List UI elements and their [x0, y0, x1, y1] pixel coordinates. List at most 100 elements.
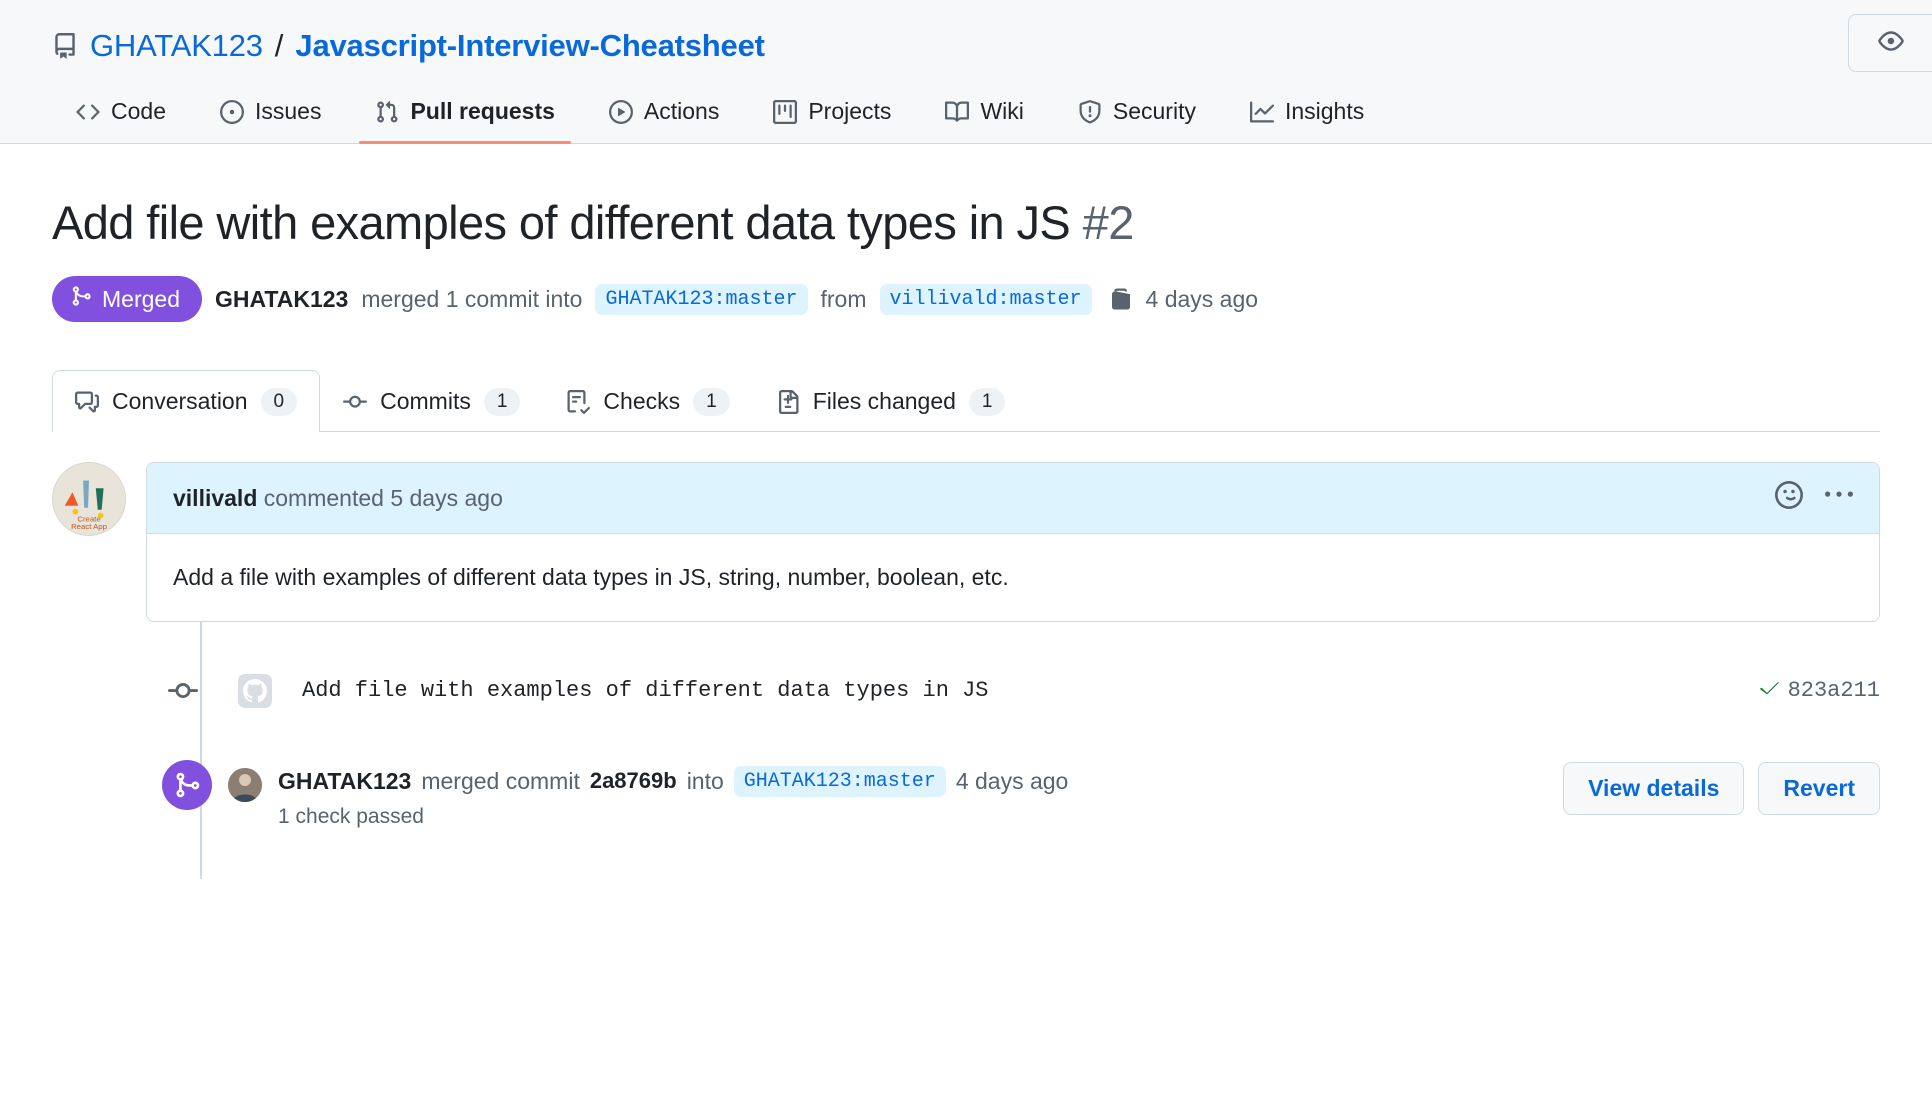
- merged-by-user[interactable]: GHATAK123: [215, 286, 348, 313]
- nav-tab-label: Insights: [1284, 98, 1365, 124]
- commit-message[interactable]: Add file with examples of different data…: [302, 678, 1740, 703]
- comment-item: Create React App villivald commented 5 d…: [52, 462, 1880, 622]
- commit-event: Add file with examples of different data…: [52, 673, 1880, 708]
- git-pull-request-icon: [375, 100, 399, 124]
- avatar-ghatak123[interactable]: [228, 767, 262, 802]
- nav-tab-code[interactable]: Code: [60, 98, 182, 143]
- merge-commit-sha[interactable]: 2a8769b: [590, 768, 677, 794]
- nav-tab-label: Security: [1112, 98, 1196, 124]
- main-content: Add file with examples of different data…: [0, 196, 1932, 879]
- check-icon: [1758, 675, 1782, 707]
- smiley-icon[interactable]: [1775, 481, 1803, 515]
- pr-meta-row: Merged GHATAK123 merged 1 commit into GH…: [52, 276, 1880, 323]
- nav-tab-label: Issues: [254, 98, 322, 124]
- tab-label: Conversation: [112, 388, 248, 415]
- pr-timeline: Create React App villivald commented 5 d…: [52, 462, 1880, 879]
- graph-icon: [1249, 100, 1274, 124]
- watch-button[interactable]: [1848, 14, 1932, 72]
- nav-tab-label: Actions: [643, 98, 720, 124]
- git-commit-icon: [343, 390, 368, 414]
- comment-discussion-icon: [75, 390, 99, 414]
- project-icon: [773, 99, 798, 124]
- repo-icon: [52, 33, 78, 59]
- tab-checks[interactable]: Checks 1: [543, 370, 752, 432]
- repo-header: GHATAK123 / Javascript-Interview-Cheatsh…: [0, 0, 1932, 72]
- github-avatar-icon[interactable]: [238, 673, 272, 708]
- shield-icon: [1078, 99, 1102, 124]
- comment-timestamp: 5 days ago: [390, 484, 503, 511]
- file-diff-icon: [776, 389, 800, 414]
- merge-timestamp: 4 days ago: [955, 767, 1069, 794]
- tab-count: 1: [693, 387, 730, 416]
- merge-text-2: into: [686, 767, 724, 794]
- merge-event: GHATAK123 merged commit 2a8769b into GHA…: [52, 759, 1880, 829]
- tab-conversation[interactable]: Conversation 0: [52, 370, 321, 433]
- breadcrumb: GHATAK123 / Javascript-Interview-Cheatsh…: [0, 22, 1932, 70]
- comment-body: Add a file with examples of different da…: [173, 564, 1009, 591]
- merge-text-2: from: [820, 285, 867, 312]
- code-icon: [76, 100, 100, 124]
- comment-box: villivald commented 5 days ago Add a fil…: [146, 462, 1880, 622]
- base-branch-chip[interactable]: GHATAK123:master: [595, 283, 808, 315]
- nav-tab-security[interactable]: Security: [1062, 98, 1212, 143]
- head-branch-chip[interactable]: villivald:master: [879, 283, 1092, 315]
- merge-event-buttons: View details Revert: [1563, 761, 1880, 815]
- view-details-button[interactable]: View details: [1563, 761, 1745, 815]
- nav-tab-actions[interactable]: Actions: [593, 98, 735, 143]
- page-title: Add file with examples of different data…: [52, 196, 1880, 250]
- tab-label: Commits: [380, 388, 471, 415]
- tab-label: Files changed: [812, 388, 956, 415]
- checks-passed-note: 1 check passed: [278, 804, 424, 828]
- comment-author[interactable]: villivald: [173, 485, 257, 511]
- nav-tab-label: Projects: [808, 98, 892, 124]
- tab-label: Checks: [603, 388, 681, 415]
- svg-text:React App: React App: [71, 522, 107, 531]
- commit-sha-text[interactable]: 823a211: [1788, 678, 1880, 703]
- avatar-villivald[interactable]: Create React App: [52, 462, 126, 537]
- revert-button[interactable]: Revert: [1758, 761, 1880, 815]
- comment-action: commented: [263, 484, 384, 511]
- repo-name-link[interactable]: Javascript-Interview-Cheatsheet: [295, 28, 765, 64]
- nav-tab-pull-requests[interactable]: Pull requests: [359, 98, 572, 144]
- tab-commits[interactable]: Commits 1: [320, 370, 543, 432]
- git-merge-icon: [70, 285, 92, 313]
- copy-icon[interactable]: [1109, 287, 1133, 311]
- merged-timestamp: 4 days ago: [1145, 285, 1259, 312]
- book-icon: [945, 100, 970, 124]
- comment-header: villivald commented 5 days ago: [147, 463, 1879, 535]
- status-badge: Merged: [52, 276, 202, 323]
- nav-tab-wiki[interactable]: Wiki: [929, 98, 1039, 143]
- avatar-image: Create React App: [53, 463, 125, 536]
- nav-tab-label: Pull requests: [410, 98, 555, 124]
- git-commit-dot-icon: [166, 673, 200, 708]
- merge-event-line: GHATAK123 merged commit 2a8769b into GHA…: [278, 765, 1069, 797]
- nav-tab-label: Code: [111, 98, 166, 124]
- kebab-horizontal-icon[interactable]: [1825, 481, 1853, 515]
- checklist-icon: [566, 389, 591, 414]
- tab-files-changed[interactable]: Files changed 1: [753, 370, 1029, 432]
- pr-title-text: Add file with examples of different data…: [52, 196, 1071, 249]
- merge-user[interactable]: GHATAK123: [278, 768, 411, 795]
- pr-number: #2: [1082, 196, 1135, 249]
- comment-actions: [1775, 481, 1853, 515]
- comment-byline: villivald commented 5 days ago: [173, 485, 503, 512]
- tab-count: 1: [483, 387, 521, 416]
- avatar-image: [228, 767, 262, 802]
- eye-icon: [1877, 28, 1904, 59]
- merge-branch-chip[interactable]: GHATAK123:master: [733, 765, 946, 797]
- nav-tab-issues[interactable]: Issues: [204, 98, 337, 143]
- nav-tab-label: Wiki: [980, 98, 1024, 124]
- commit-status-sha: 823a211: [1758, 675, 1880, 707]
- repo-owner-link[interactable]: GHATAK123: [90, 28, 263, 64]
- nav-tab-insights[interactable]: Insights: [1234, 98, 1380, 143]
- pr-subtabs: Conversation 0 Commits 1 Checks 1 Files …: [52, 364, 1880, 433]
- tab-count: 1: [968, 387, 1006, 416]
- play-icon: [608, 99, 633, 124]
- breadcrumb-separator: /: [274, 28, 284, 63]
- tab-count: 0: [260, 387, 298, 416]
- status-badge-label: Merged: [102, 285, 180, 312]
- merge-text-1: merged 1 commit into: [361, 285, 583, 312]
- nav-tab-projects[interactable]: Projects: [757, 98, 907, 143]
- merge-text-1: merged commit: [421, 767, 580, 794]
- issue-opened-icon: [219, 99, 244, 124]
